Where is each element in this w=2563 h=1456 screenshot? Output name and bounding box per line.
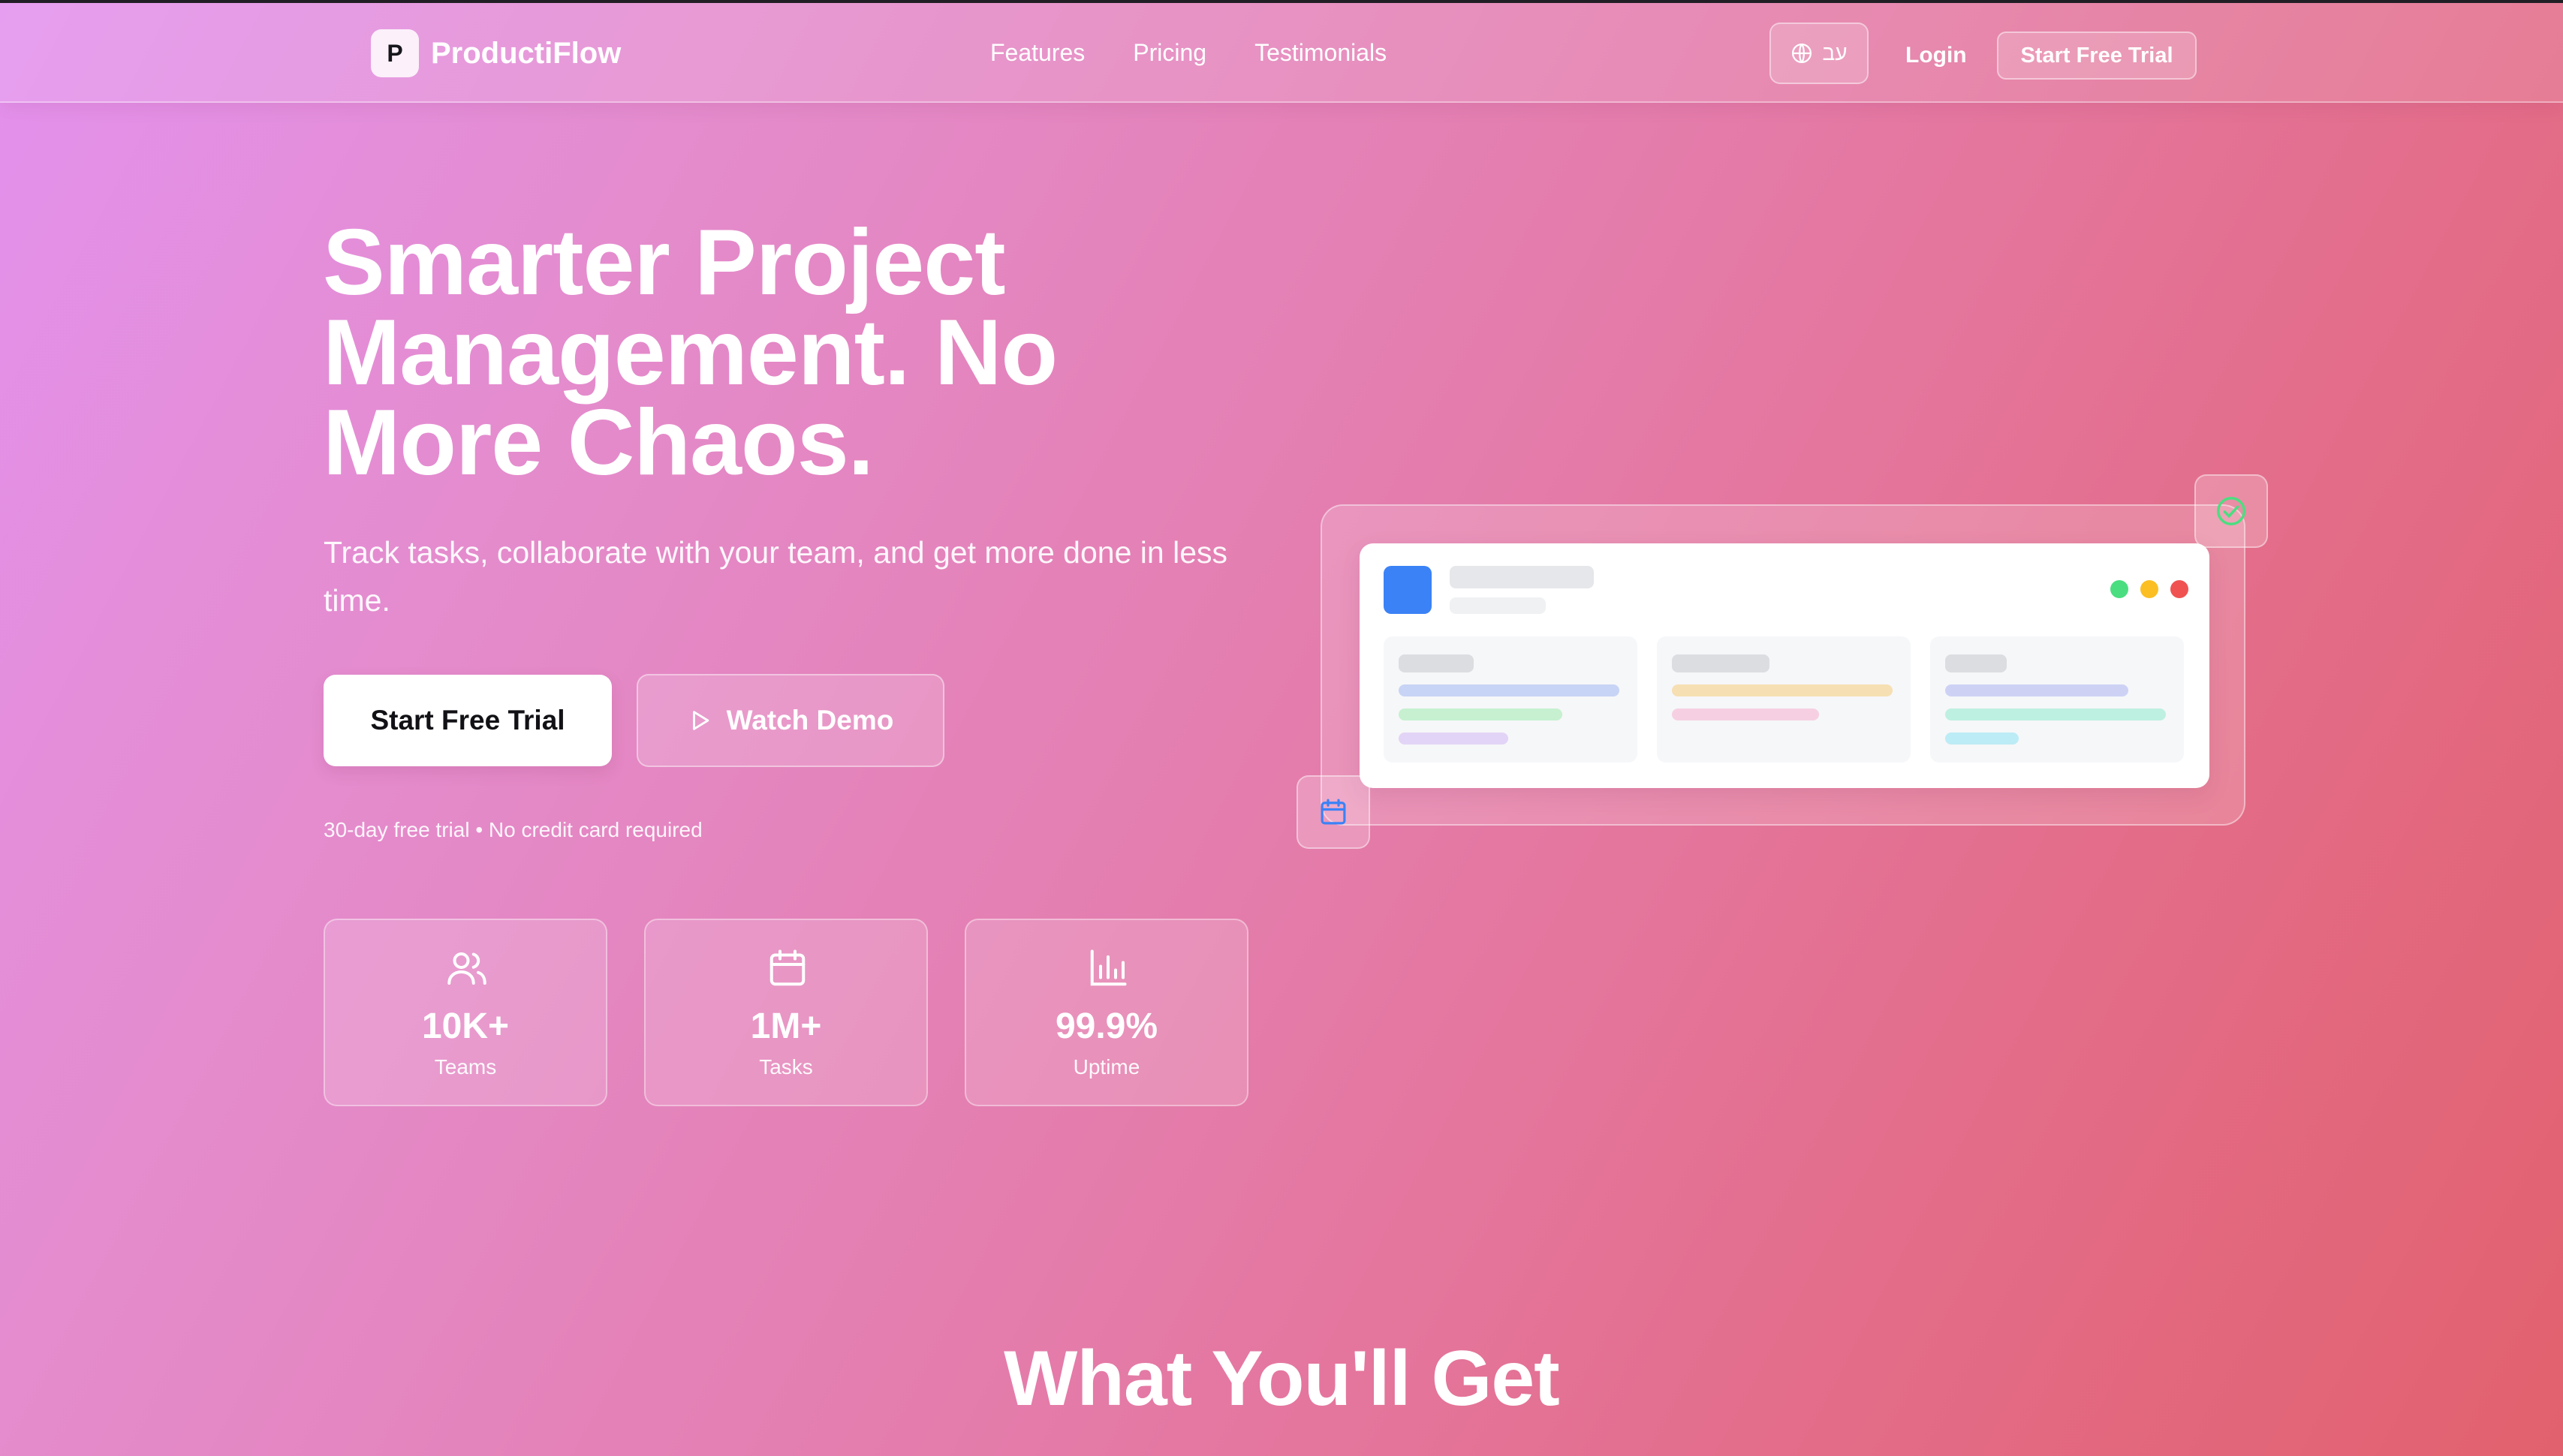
language-switcher-button[interactable]: עב [1769, 23, 1869, 84]
app-icon [1384, 566, 1432, 614]
stat-label: Tasks [759, 1055, 813, 1078]
globe-icon [1792, 44, 1812, 63]
calendar-icon [1321, 799, 1346, 825]
logo[interactable]: P ProductiFlow [371, 29, 621, 77]
stat-value: 99.9% [1055, 1006, 1158, 1046]
section-title: What You'll Get [1004, 1335, 1560, 1422]
calendar-icon [770, 949, 806, 986]
kanban-column [1384, 636, 1637, 763]
nav-pricing[interactable]: Pricing [1133, 39, 1206, 67]
brand-name: ProductiFlow [431, 36, 622, 70]
site-header: P ProductiFlow Features Pricing Testimon… [0, 3, 2563, 103]
kanban-column [1657, 636, 1911, 763]
floating-calendar-badge [1297, 775, 1370, 849]
stat-value: 1M+ [750, 1006, 822, 1046]
dashboard-window [1360, 543, 2209, 788]
stat-card-uptime: 99.9% Uptime [965, 919, 1248, 1106]
watch-demo-button[interactable]: Watch Demo [637, 674, 944, 767]
start-trial-button[interactable]: Start Free Trial [324, 675, 612, 766]
trial-note: 30-day free trial • No credit card requi… [324, 818, 703, 841]
nav-features[interactable]: Features [990, 39, 1085, 67]
kanban-column [1930, 636, 2184, 763]
hero-title: Smarter Project Management. No More Chao… [323, 211, 1058, 495]
window-dot-green [2110, 580, 2128, 598]
placeholder-subtitle [1450, 597, 1546, 614]
stat-value: 10K+ [421, 1006, 510, 1046]
stat-card-tasks: 1M+ Tasks [644, 919, 928, 1106]
stat-card-teams: 10K+ Teams [324, 919, 607, 1106]
users-icon [447, 952, 486, 985]
header-start-trial-button[interactable]: Start Free Trial [1997, 32, 2197, 80]
stat-label: Uptime [1073, 1055, 1140, 1078]
bar-chart-icon [1090, 949, 1127, 986]
window-dot-yellow [2140, 580, 2158, 598]
language-label: עב [1822, 41, 1848, 65]
main-nav: Features Pricing Testimonials [990, 39, 1435, 67]
login-link[interactable]: Login [1905, 43, 1967, 68]
nav-testimonials[interactable]: Testimonials [1254, 39, 1387, 67]
placeholder-title [1450, 566, 1594, 588]
watch-demo-label: Watch Demo [726, 705, 894, 736]
logo-mark: P [371, 29, 419, 77]
play-icon [692, 711, 709, 730]
floating-check-badge [2194, 474, 2268, 548]
window-dot-red [2170, 580, 2188, 598]
dashboard-preview [1321, 504, 2245, 826]
hero-subtitle: Track tasks, collaborate with your team,… [324, 535, 1227, 618]
check-circle-icon [2217, 497, 2245, 525]
stat-label: Teams [434, 1055, 497, 1078]
